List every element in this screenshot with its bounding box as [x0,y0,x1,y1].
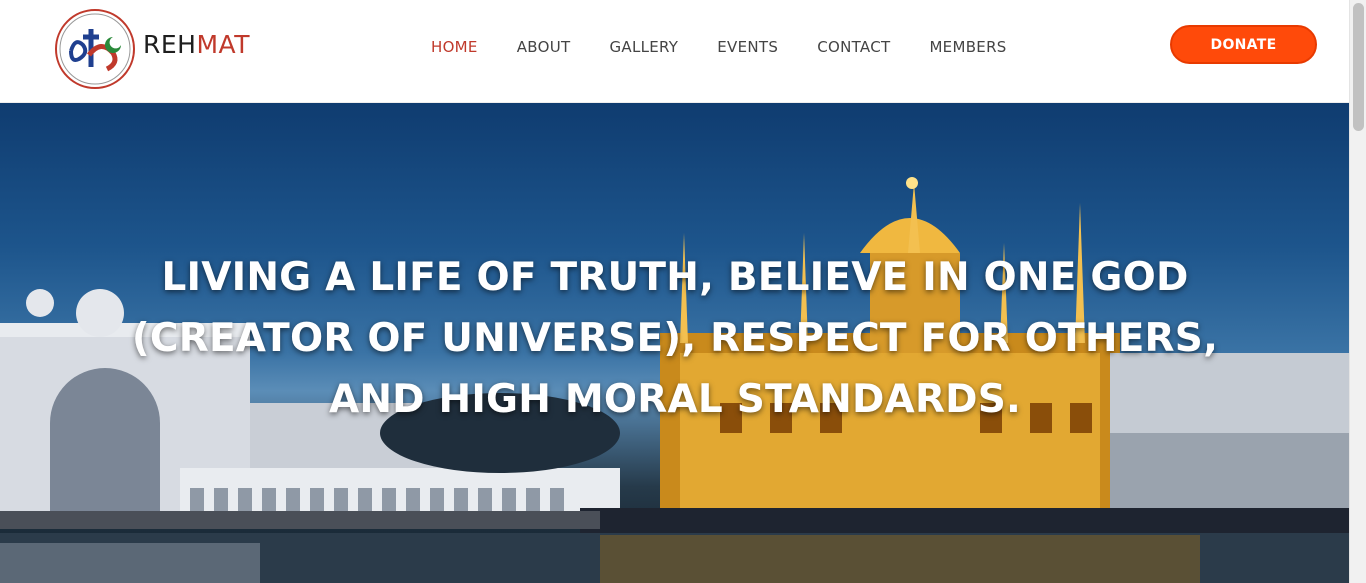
scrollbar-thumb[interactable] [1353,3,1364,131]
nav-gallery[interactable]: GALLERY [609,37,678,57]
nav-contact[interactable]: CONTACT [817,37,890,57]
hero-heading: LIVING A LIFE OF TRUTH, BELIEVE IN ONE G… [131,255,1219,422]
brand-name-part2: MAT [196,30,250,59]
donate-button[interactable]: DONATE [1170,25,1317,64]
brand-name[interactable]: REHMAT [143,30,250,59]
nav-members[interactable]: MEMBERS [929,37,1006,57]
nav-home[interactable]: HOME [431,37,478,57]
brand-name-part1: REH [143,30,197,59]
hero-banner: LIVING A LIFE OF TRUTH, BELIEVE IN ONE G… [0,103,1349,583]
main-nav: HOME ABOUT GALLERY EVENTS CONTACT MEMBER… [431,37,1046,57]
nav-about[interactable]: ABOUT [517,37,571,57]
page-scrollbar[interactable] [1349,0,1366,583]
site-header: REHMAT HOME ABOUT GALLERY EVENTS CONTACT… [0,0,1349,103]
rehmat-logo[interactable] [53,7,137,91]
nav-events[interactable]: EVENTS [717,37,778,57]
